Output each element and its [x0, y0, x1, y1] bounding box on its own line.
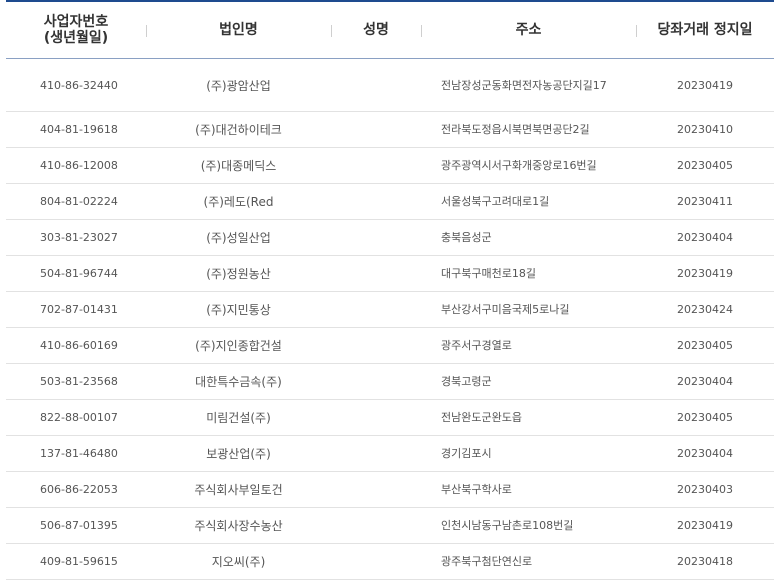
cell-address: 경기김포시	[421, 435, 636, 472]
suspension-table-container: 사업자번호 (생년월일) 법인명 성명 주소 당좌거래 정지일 410-86-3…	[6, 0, 774, 580]
cell-suspension-date: 20230404	[636, 363, 774, 400]
cell-address: 전라북도정읍시북면북면공단2길	[421, 111, 636, 148]
header-suspension-date: 당좌거래 정지일	[636, 2, 774, 59]
cell-person-name	[331, 255, 421, 292]
cell-bizno: 404-81-19618	[6, 111, 146, 148]
table-header: 사업자번호 (생년월일) 법인명 성명 주소 당좌거래 정지일	[6, 2, 774, 59]
cell-bizno: 606-86-22053	[6, 471, 146, 508]
cell-address: 대구북구매천로18길	[421, 255, 636, 292]
cell-corp-name: 대한특수금속(주)	[146, 363, 331, 400]
table-row: 506-87-01395 주식회사장수농산 인천시남동구남촌로108번길 202304…	[6, 507, 774, 544]
cell-corp-name: (주)성일산업	[146, 219, 331, 256]
cell-suspension-date: 20230424	[636, 291, 774, 328]
cell-address: 전남장성군동화면전자농공단지길17	[421, 58, 636, 112]
cell-suspension-date: 20230411	[636, 183, 774, 220]
cell-address: 부산강서구미음국제5로나길	[421, 291, 636, 328]
cell-bizno: 409-81-59615	[6, 543, 146, 580]
cell-person-name	[331, 507, 421, 544]
header-corp-name: 법인명	[146, 2, 331, 59]
cell-suspension-date: 20230418	[636, 543, 774, 580]
cell-address: 부산북구학사로	[421, 471, 636, 508]
table-row: 504-81-96744 (주)정원농산 대구북구매천로18길 20230419	[6, 255, 774, 292]
table-row: 409-81-59615 지오씨(주) 광주북구첨단연신로 20230418	[6, 543, 774, 580]
cell-person-name	[331, 111, 421, 148]
table-row: 702-87-01431 (주)지민통상 부산강서구미음국제5로나길 20230424	[6, 291, 774, 328]
cell-suspension-date: 20230405	[636, 327, 774, 364]
cell-person-name	[331, 183, 421, 220]
cell-corp-name: (주)지민통상	[146, 291, 331, 328]
cell-person-name	[331, 435, 421, 472]
cell-bizno: 503-81-23568	[6, 363, 146, 400]
table-row: 804-81-02224 (주)레도(Red 서울성북구고려대로1길 20230411	[6, 183, 774, 220]
cell-address: 경북고령군	[421, 363, 636, 400]
cell-corp-name: 보광산업(주)	[146, 435, 331, 472]
cell-person-name	[331, 399, 421, 436]
cell-corp-name: 지오씨(주)	[146, 543, 331, 580]
cell-suspension-date: 20230419	[636, 58, 774, 112]
table-row: 410-86-32440 (주)광암산업 전남장성군동화면전자농공단지길17 2023…	[6, 58, 774, 112]
cell-suspension-date: 20230403	[636, 471, 774, 508]
cell-corp-name: (주)대종메딕스	[146, 147, 331, 184]
header-address: 주소	[421, 2, 636, 59]
cell-bizno: 702-87-01431	[6, 291, 146, 328]
header-bizno-line1: 사업자번호	[43, 14, 109, 30]
cell-corp-name: (주)광암산업	[146, 58, 331, 112]
table-row: 503-81-23568 대한특수금속(주) 경북고령군 20230404	[6, 363, 774, 400]
cell-person-name	[331, 471, 421, 508]
cell-suspension-date: 20230419	[636, 507, 774, 544]
cell-address: 충북음성군	[421, 219, 636, 256]
cell-address: 서울성북구고려대로1길	[421, 183, 636, 220]
cell-bizno: 137-81-46480	[6, 435, 146, 472]
cell-suspension-date: 20230404	[636, 435, 774, 472]
cell-person-name	[331, 58, 421, 112]
cell-suspension-date: 20230419	[636, 255, 774, 292]
cell-suspension-date: 20230405	[636, 399, 774, 436]
cell-bizno: 822-88-00107	[6, 399, 146, 436]
cell-bizno: 504-81-96744	[6, 255, 146, 292]
cell-corp-name: (주)대건하이테크	[146, 111, 331, 148]
cell-corp-name: 주식회사장수농산	[146, 507, 331, 544]
cell-bizno: 410-86-32440	[6, 58, 146, 112]
cell-corp-name: 주식회사부일토건	[146, 471, 331, 508]
table-row: 822-88-00107 미림건설(주) 전남완도군완도읍 20230405	[6, 399, 774, 436]
cell-corp-name: (주)정원농산	[146, 255, 331, 292]
cell-suspension-date: 20230410	[636, 111, 774, 148]
table-row: 606-86-22053 주식회사부일토건 부산북구학사로 20230403	[6, 471, 774, 508]
cell-person-name	[331, 219, 421, 256]
cell-address: 광주서구경열로	[421, 327, 636, 364]
cell-person-name	[331, 543, 421, 580]
table-row: 410-86-12008 (주)대종메딕스 광주광역시서구화개중앙로16번길 2023…	[6, 147, 774, 184]
cell-address: 인천시남동구남촌로108번길	[421, 507, 636, 544]
cell-address: 광주광역시서구화개중앙로16번길	[421, 147, 636, 184]
cell-suspension-date: 20230404	[636, 219, 774, 256]
cell-person-name	[331, 291, 421, 328]
cell-suspension-date: 20230405	[636, 147, 774, 184]
header-bizno-line2: (생년월일)	[43, 30, 109, 46]
cell-corp-name: 미림건설(주)	[146, 399, 331, 436]
header-bizno: 사업자번호 (생년월일)	[6, 2, 146, 59]
cell-bizno: 506-87-01395	[6, 507, 146, 544]
cell-person-name	[331, 327, 421, 364]
header-person-name: 성명	[331, 2, 421, 59]
cell-bizno: 410-86-12008	[6, 147, 146, 184]
cell-bizno: 804-81-02224	[6, 183, 146, 220]
table-row: 303-81-23027 (주)성일산업 충북음성군 20230404	[6, 219, 774, 256]
cell-bizno: 303-81-23027	[6, 219, 146, 256]
cell-address: 전남완도군완도읍	[421, 399, 636, 436]
cell-corp-name: (주)레도(Red	[146, 183, 331, 220]
cell-person-name	[331, 147, 421, 184]
cell-corp-name: (주)지인종합건설	[146, 327, 331, 364]
table-row: 404-81-19618 (주)대건하이테크 전라북도정읍시북면북면공단2길 2023…	[6, 111, 774, 148]
suspension-table: 사업자번호 (생년월일) 법인명 성명 주소 당좌거래 정지일 410-86-3…	[6, 2, 774, 580]
table-body: 410-86-32440 (주)광암산업 전남장성군동화면전자농공단지길17 2023…	[6, 58, 774, 580]
cell-address: 광주북구첨단연신로	[421, 543, 636, 580]
table-row: 410-86-60169 (주)지인종합건설 광주서구경열로 20230405	[6, 327, 774, 364]
header-row: 사업자번호 (생년월일) 법인명 성명 주소 당좌거래 정지일	[6, 2, 774, 59]
table-row: 137-81-46480 보광산업(주) 경기김포시 20230404	[6, 435, 774, 472]
cell-person-name	[331, 363, 421, 400]
cell-bizno: 410-86-60169	[6, 327, 146, 364]
